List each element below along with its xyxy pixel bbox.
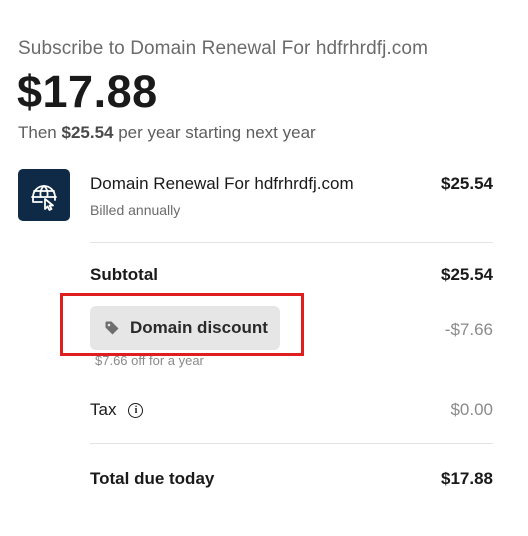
billing-period: Billed annually	[90, 202, 181, 218]
discount-value: -$7.66	[444, 320, 493, 339]
page-title: Subscribe to Domain Renewal For hdfrhrdf…	[18, 38, 429, 59]
renewal-amount: $25.54	[61, 123, 114, 142]
divider	[90, 242, 493, 243]
tax-row: Tax i	[90, 400, 144, 420]
renewal-note-suffix: per year starting next year	[118, 123, 316, 142]
renewal-note-prefix: Then	[18, 123, 57, 142]
tax-value: $0.00	[450, 400, 493, 419]
total-label: Total due today	[90, 469, 215, 488]
due-price: $17.88	[17, 66, 158, 117]
total-value: $17.88	[441, 469, 493, 488]
divider	[90, 443, 493, 444]
highlight-annotation	[60, 293, 304, 356]
subtotal-label: Subtotal	[90, 265, 158, 284]
renewal-note: Then $25.54 per year starting next year	[18, 123, 316, 143]
line-item-price: $25.54	[441, 174, 493, 193]
line-item-name: Domain Renewal For hdfrhrdfj.com	[90, 174, 354, 193]
subtotal-value: $25.54	[441, 265, 493, 284]
tax-label: Tax	[90, 400, 117, 419]
info-icon[interactable]: i	[128, 402, 144, 418]
globe-cursor-icon	[18, 169, 70, 221]
